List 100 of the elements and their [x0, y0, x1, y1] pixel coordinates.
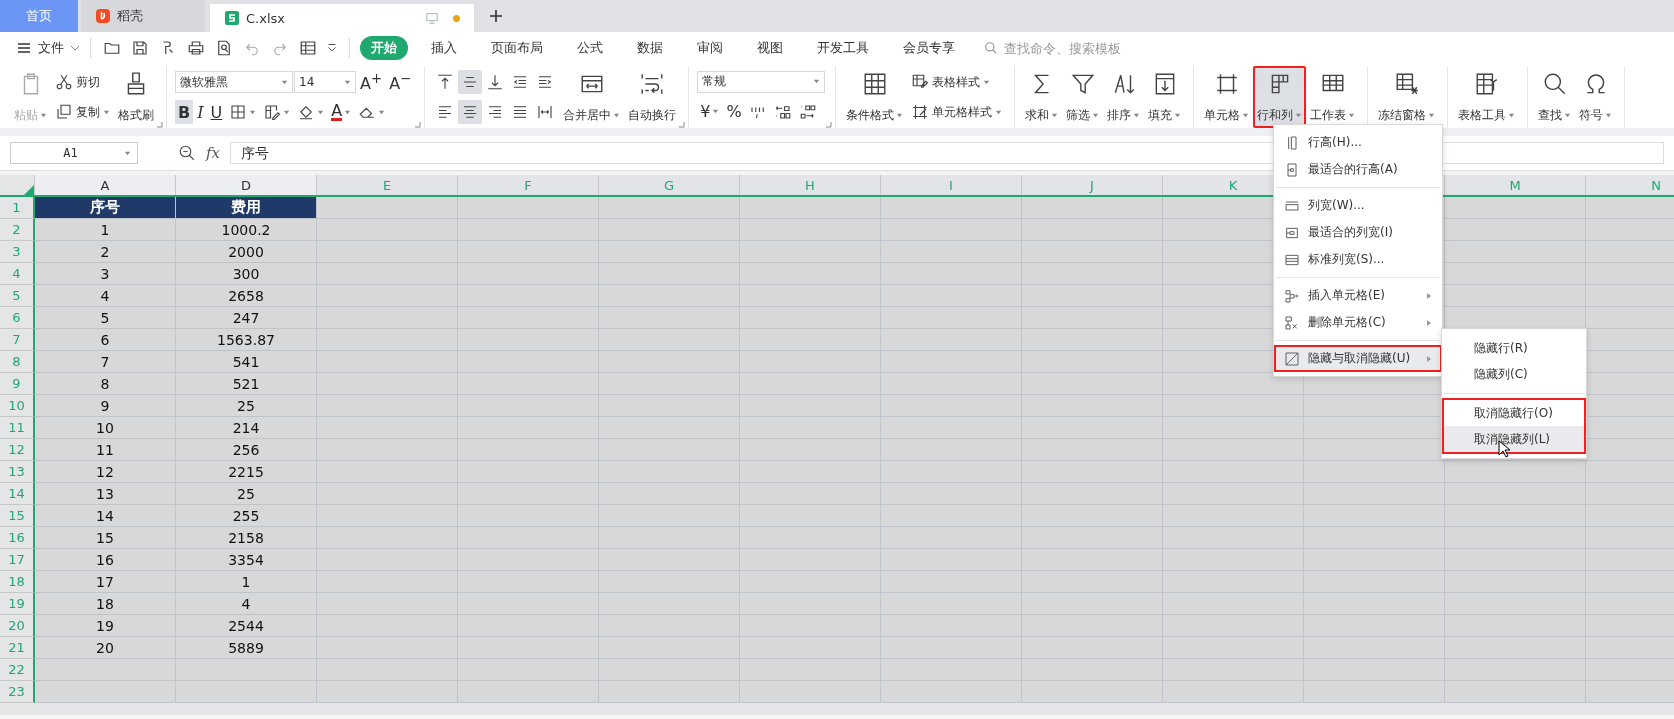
ribbon-button[interactable]: 工作表 [1306, 66, 1360, 128]
table-cell: 17 [35, 571, 176, 593]
table-cell: 4 [176, 593, 317, 615]
ribbon-button[interactable]: 单元格样式 [909, 101, 1005, 123]
table-cell: 13 [35, 483, 176, 505]
menu-item[interactable]: 取消隐藏列(L) [1444, 426, 1584, 452]
dropdown-field[interactable]: 微软雅黑 [175, 71, 293, 93]
ribbon-tab[interactable]: 审阅 [686, 36, 734, 60]
table-cell: 4 [35, 285, 176, 307]
ribbon-tab[interactable]: 公式 [566, 36, 614, 60]
column-header[interactable]: A [35, 175, 176, 195]
ribbon-button[interactable]: 表格样式 [909, 71, 993, 93]
table-cell: 1000.2 [176, 219, 317, 241]
ribbon-button[interactable]: 填充 [1144, 66, 1186, 128]
ribbon-button[interactable]: 单元格 [1200, 66, 1254, 128]
format-button[interactable]: A$^{−}$ [386, 70, 415, 94]
ribbon-tab[interactable]: 数据 [626, 36, 674, 60]
ribbon-button[interactable]: 自动换行 [624, 66, 681, 128]
menu-item[interactable]: 隐藏列(C) [1444, 361, 1584, 387]
format-button[interactable]: ¥ [697, 99, 723, 124]
table-cell: 18 [35, 593, 176, 615]
format-button[interactable]: % [723, 99, 745, 124]
align-middle-button[interactable] [458, 70, 483, 94]
table-cell: 14 [35, 505, 176, 527]
table-cell: 2215 [176, 461, 317, 483]
format-button[interactable]: A [328, 100, 355, 124]
insert-cells-icon [1284, 287, 1300, 304]
ribbon-tab[interactable]: 页面布局 [480, 36, 554, 60]
ribbon-button[interactable]: 格式刷 [114, 66, 158, 128]
table-cell: 25 [176, 395, 317, 417]
table-cell: 2544 [176, 615, 317, 637]
document-tab[interactable]: 稻壳 [81, 0, 205, 32]
ribbon-button[interactable]: 查找 [1534, 66, 1576, 128]
ribbon-tab[interactable]: 开发工具 [806, 36, 880, 60]
ribbon-tab[interactable]: 视图 [746, 36, 794, 60]
ribbon-button[interactable]: 条件格式 [842, 66, 908, 128]
command-search-field[interactable]: 查找命令、搜索模板 [984, 39, 1156, 57]
table-cell: 11 [35, 439, 176, 461]
function-label[interactable]: fx [206, 144, 220, 162]
dropdown-field[interactable]: 常规 [697, 70, 826, 93]
header-cell: 序号 [35, 197, 176, 219]
table-cell: 2 [35, 241, 176, 263]
table-cell: 20 [35, 637, 176, 659]
ribbon-button[interactable]: 符号 [1575, 66, 1617, 128]
ribbon-button[interactable]: 排序 [1103, 66, 1145, 128]
ribbon-button[interactable]: 筛选 [1062, 66, 1104, 128]
new-tab-icon[interactable] [488, 8, 504, 24]
name-box[interactable]: A1 [10, 142, 138, 164]
table-cell: 12 [35, 461, 176, 483]
table-cell: 300 [176, 263, 317, 285]
hide-icon [1284, 350, 1300, 367]
table-icon[interactable] [299, 39, 317, 57]
menu-item[interactable]: 插入单元格(E) [1274, 282, 1442, 309]
dropdown-field[interactable]: 14 [294, 71, 356, 93]
table-cell: 25 [176, 483, 317, 505]
table-cell: 256 [176, 439, 317, 461]
print-preview-icon[interactable] [215, 39, 233, 57]
table-cell: 3 [35, 263, 176, 285]
format-button[interactable]: U [207, 100, 226, 124]
table-cell: 16 [35, 549, 176, 571]
ribbon-button[interactable]: 行和列 [1253, 66, 1307, 128]
print-icon[interactable] [187, 39, 205, 57]
ribbon-button[interactable]: 复制 [53, 101, 112, 123]
ribbon-button[interactable]: 合并居中 [559, 66, 625, 128]
table-cell: 1563.87 [176, 329, 317, 351]
align-center-button[interactable] [458, 100, 483, 124]
caret-icon [813, 78, 821, 85]
ribbon-tab[interactable]: 插入 [420, 36, 468, 60]
zoom-icon[interactable] [178, 144, 196, 162]
ribbon-button[interactable]: 求和 [1021, 66, 1063, 128]
save-icon[interactable] [131, 39, 149, 57]
caret-icon [124, 149, 131, 157]
ribbon-button[interactable]: 表格工具 [1454, 66, 1520, 128]
ribbon-tab[interactable]: 会员专享 [892, 36, 966, 60]
table-cell: 5889 [176, 637, 317, 659]
ribbon-button[interactable]: 剪切 [53, 71, 102, 93]
column-header[interactable]: D [176, 175, 317, 195]
scissors-icon [55, 73, 73, 91]
menu-item[interactable]: 取消隐藏行(O) [1444, 400, 1584, 426]
format-button[interactable]: B [175, 100, 194, 124]
menu-icon[interactable] [16, 40, 32, 56]
caret-icon [344, 78, 351, 86]
align-top-icon [436, 73, 455, 91]
ribbon-button[interactable]: 冻结窗格 [1374, 66, 1440, 128]
menu-item[interactable]: 标准列宽(S)... [1274, 246, 1442, 273]
chevron-down-icon[interactable] [70, 43, 80, 53]
table-cell: 5 [35, 307, 176, 329]
format-button[interactable]: I [194, 100, 207, 124]
file-menu[interactable]: 文件 [38, 39, 64, 57]
menu-item[interactable]: 删除单元格(C) [1274, 309, 1442, 336]
table-cell: 15 [35, 527, 176, 549]
menu-item[interactable]: 隐藏与取消隐藏(U) [1274, 345, 1442, 372]
table-cell: 3354 [176, 549, 317, 571]
document-tab[interactable]: C.xlsx [210, 4, 474, 32]
distribute-icon [536, 103, 555, 121]
format-button[interactable]: A$^{+}$ [357, 70, 386, 94]
menu-item[interactable]: 最适合的列宽(I) [1274, 219, 1442, 246]
menu-item[interactable]: 隐藏行(R) [1444, 335, 1584, 361]
menu-item[interactable]: 列宽(W)... [1274, 192, 1442, 219]
caret-icon [281, 78, 288, 86]
